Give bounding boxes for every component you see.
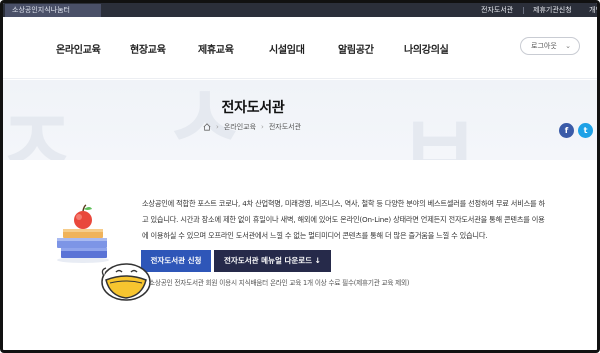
menu-online-education[interactable]: 온라인교육 bbox=[56, 41, 101, 56]
top-divider bbox=[523, 7, 524, 14]
logout-button[interactable]: 로그아웃 ⌄ bbox=[520, 37, 580, 55]
description-text: 소상공인에 적합한 포스트 코로나, 4차 산업혁명, 미래경영, 비즈니스, … bbox=[142, 196, 597, 244]
description-line: 소상공인에 적합한 포스트 코로나, 4차 산업혁명, 미래경영, 비즈니스, … bbox=[142, 199, 545, 208]
twitter-share-icon[interactable]: t bbox=[578, 123, 593, 138]
page-title-area: ㅈ ㅅ ㅂ 전자도서관 › 온라인교육 › 전자도서관 f t bbox=[3, 80, 597, 160]
breadcrumb-separator: › bbox=[216, 123, 219, 131]
top-link-elibrary[interactable]: 전자도서관 bbox=[481, 3, 513, 17]
background-watermark-letter: ㅈ bbox=[3, 91, 78, 160]
top-link-personal[interactable]: 개인 bbox=[589, 3, 597, 17]
menu-partner-education[interactable]: 제휴교육 bbox=[198, 41, 234, 56]
page-title: 전자도서관 bbox=[221, 100, 285, 116]
home-icon[interactable] bbox=[203, 123, 211, 131]
browser-frame: 소상공인지식나눔터 전자도서관 제휴기관신청 개인 온라인교육 현장교육 제휴교… bbox=[0, 0, 600, 353]
manual-download-button[interactable]: 전자도서관 메뉴얼 다운로드 ↓ bbox=[214, 250, 331, 272]
breadcrumb: › 온라인교육 › 전자도서관 bbox=[203, 122, 301, 132]
menu-facility-rental[interactable]: 시설임대 bbox=[269, 41, 305, 56]
background-watermark-letter: ㅂ bbox=[398, 96, 481, 160]
duck-mascot-illustration bbox=[101, 263, 151, 301]
breadcrumb-item-current: 전자도서관 bbox=[268, 123, 302, 131]
logout-label: 로그아웃 bbox=[531, 42, 557, 50]
background-watermark-letter: ㅅ bbox=[163, 80, 246, 160]
top-utility-bar: 소상공인지식나눔터 전자도서관 제휴기관신청 개인 bbox=[3, 3, 597, 17]
description-line: 고 있습니다. 시간과 장소에 제한 없이 휴일이나 새벽, 해외에 있어도 온… bbox=[142, 215, 545, 224]
chevron-down-icon: ⌄ bbox=[565, 42, 571, 50]
description-line: 에 이용하실 수 있으며 오프라인 도서관에서 느낄 수 없는 멀티미디어 콘텐… bbox=[142, 231, 488, 240]
notice-text: 소상공인 전자도서관 회원 이용시 지식배움터 온라인 교육 1개 이상 수료 … bbox=[149, 279, 410, 287]
top-link-partner-apply[interactable]: 제휴기관신청 bbox=[533, 3, 572, 17]
content-section: 소상공인에 적합한 포스트 코로나, 4차 산업혁명, 미래경영, 비즈니스, … bbox=[3, 160, 597, 350]
menu-notice-space[interactable]: 알림공간 bbox=[338, 41, 374, 56]
menu-field-education[interactable]: 현장교육 bbox=[130, 41, 166, 56]
main-navigation: 온라인교육 현장교육 제휴교육 시설임대 알림공간 나의강의실 로그아웃 ⌄ bbox=[3, 17, 597, 79]
facebook-share-icon[interactable]: f bbox=[559, 123, 574, 138]
breadcrumb-item[interactable]: 온라인교육 bbox=[224, 122, 256, 132]
breadcrumb-separator: › bbox=[261, 123, 264, 131]
menu-my-classroom[interactable]: 나의강의실 bbox=[404, 41, 449, 56]
org-name-tab[interactable]: 소상공인지식나눔터 bbox=[5, 4, 101, 17]
